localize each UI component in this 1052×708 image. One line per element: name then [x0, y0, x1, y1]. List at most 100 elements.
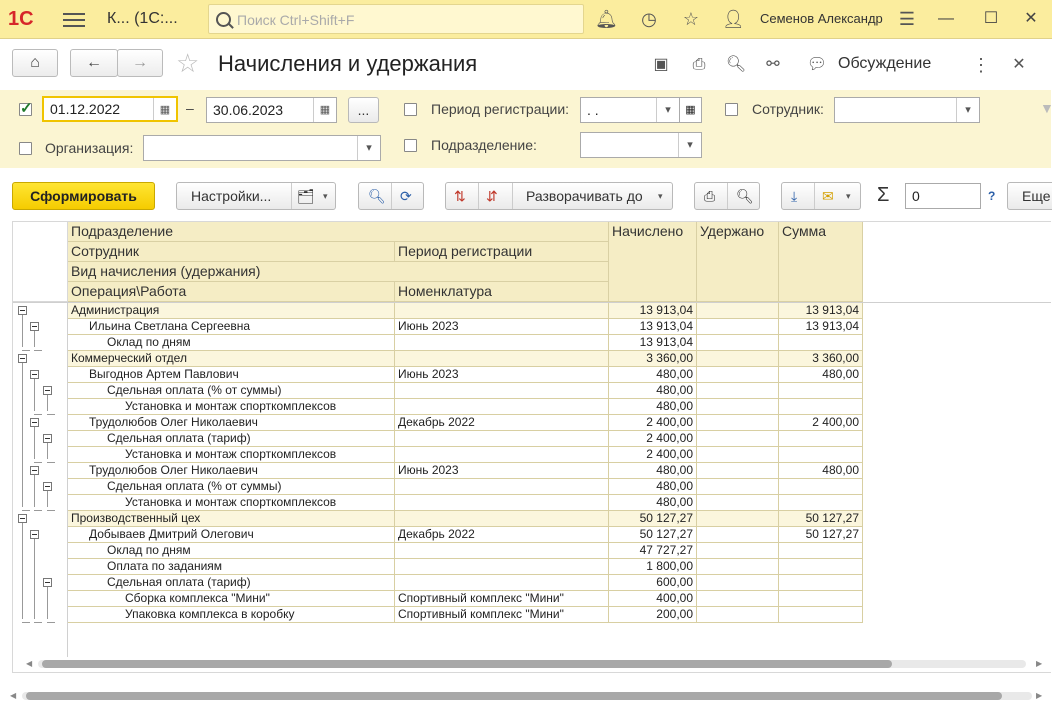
row-accrued-cell: 600,00 — [609, 575, 697, 591]
row-period-cell — [395, 559, 609, 575]
collapse-group-icon[interactable] — [18, 354, 27, 363]
department-field[interactable]: ▾ — [580, 132, 702, 158]
employee-field[interactable]: ▾ — [834, 97, 980, 123]
row-sum-cell — [779, 383, 863, 399]
chevron-down-icon[interactable]: ▾ — [678, 133, 701, 157]
collapse-group-icon[interactable] — [43, 578, 52, 587]
variant-icon[interactable]: 🗂︎ — [297, 183, 315, 209]
maximize-icon[interactable]: ☐ — [976, 6, 1006, 32]
print-preview-icon[interactable]: 🔍︎ — [736, 183, 754, 209]
favorite-star-icon[interactable]: ☆ — [176, 50, 199, 76]
period-checkbox[interactable] — [19, 99, 33, 117]
collapse-group-icon[interactable] — [18, 514, 27, 523]
home-button[interactable]: ⌂ — [12, 49, 58, 77]
form-horizontal-scrollbar[interactable] — [22, 692, 1032, 700]
row-name-cell: Сдельная оплата (% от суммы) — [68, 479, 395, 495]
calendar-icon[interactable]: ▦ — [679, 97, 702, 123]
more-vertical-icon[interactable]: ⋮ — [970, 54, 992, 76]
global-search[interactable] — [208, 4, 584, 34]
row-name-cell: Установка и монтаж спорткомплексов — [68, 447, 395, 463]
row-accrued-cell: 480,00 — [609, 383, 697, 399]
row-period-cell — [395, 543, 609, 559]
collapse-group-icon[interactable] — [18, 306, 27, 315]
row-accrued-cell: 50 127,27 — [609, 511, 697, 527]
period-select-button[interactable]: ... — [348, 97, 379, 123]
minimize-icon[interactable]: — — [931, 6, 961, 32]
row-sum-cell: 13 913,04 — [779, 303, 863, 319]
period-from-field[interactable]: 01.12.2022 ▦ — [42, 96, 178, 122]
department-checkbox[interactable] — [404, 139, 417, 152]
save-icon[interactable]: ▣ — [650, 54, 672, 76]
row-sum-cell — [779, 495, 863, 511]
row-sum-cell — [779, 335, 863, 351]
forward-button[interactable]: → — [117, 49, 163, 77]
calendar-icon[interactable]: ▦ — [153, 98, 176, 120]
more-button[interactable]: Еще — [1007, 182, 1052, 210]
chevron-down-icon[interactable]: ▾ — [956, 98, 979, 122]
row-period-cell: Декабрь 2022 — [395, 415, 609, 431]
sum-icon[interactable]: Σ — [877, 184, 889, 207]
user-name[interactable]: Семенов Александр — [760, 11, 883, 26]
collapse-group-icon[interactable] — [30, 418, 39, 427]
report-horizontal-scrollbar[interactable] — [38, 660, 1026, 668]
download-icon[interactable]: ⤓ — [791, 183, 797, 209]
chevron-down-icon[interactable]: ▾ — [846, 183, 851, 209]
chevron-down-icon[interactable]: ▾ — [656, 98, 679, 122]
expand-to-label[interactable]: Разворачивать до — [526, 183, 643, 209]
calendar-icon[interactable]: ▦ — [313, 98, 336, 122]
generate-button[interactable]: Сформировать — [12, 182, 155, 210]
history-icon[interactable]: ◷ — [638, 8, 660, 30]
organization-checkbox[interactable] — [19, 142, 32, 155]
link-icon[interactable]: ⚯ — [762, 54, 784, 76]
collapse-group-icon[interactable] — [43, 434, 52, 443]
back-button[interactable]: ← — [70, 49, 118, 77]
reg-period-checkbox[interactable] — [404, 103, 417, 116]
collapse-group-icon[interactable] — [43, 482, 52, 491]
collapse-group-icon[interactable] — [30, 530, 39, 539]
scroll-left-icon[interactable]: ◀ — [10, 691, 16, 700]
collapse-group-icon[interactable] — [43, 386, 52, 395]
reg-period-field[interactable]: . . ▾ — [580, 97, 680, 123]
chevron-down-icon[interactable]: ▾ — [658, 183, 663, 209]
search-input[interactable] — [235, 10, 579, 30]
export-group: ⤓ ✉ ▾ — [781, 182, 861, 210]
period-to-field[interactable]: 30.06.2023 ▦ — [206, 97, 337, 123]
bell-icon[interactable]: 🔔︎ — [595, 8, 618, 30]
report-area[interactable]: Подразделение Сотрудник Период регистрац… — [12, 221, 1051, 673]
employee-checkbox[interactable] — [725, 103, 738, 116]
preview-icon[interactable]: 🔍︎ — [725, 54, 747, 76]
close-form-icon[interactable]: ✕ — [1008, 54, 1030, 76]
settings-button[interactable]: Настройки... 🗂︎ ▾ — [176, 182, 336, 210]
row-withheld-cell — [697, 543, 779, 559]
discuss-label[interactable]: Обсуждение — [838, 55, 931, 73]
find-icon[interactable]: 🔍︎ — [368, 183, 386, 209]
row-sum-cell — [779, 559, 863, 575]
scroll-left-icon[interactable]: ◀ — [26, 659, 32, 668]
collapse-group-icon[interactable] — [30, 466, 39, 475]
help-link[interactable]: ? — [988, 189, 995, 203]
print-icon[interactable]: ⎙ — [704, 183, 715, 209]
settings-menu-icon[interactable]: ☰ — [896, 8, 918, 30]
user-icon[interactable]: 👤︎ — [722, 8, 745, 30]
scroll-right-icon[interactable]: ▶ — [1036, 691, 1042, 700]
main-menu-icon[interactable] — [63, 9, 85, 29]
organization-field[interactable]: ▾ — [143, 135, 381, 161]
discuss-icon[interactable]: 💬︎ — [806, 54, 828, 76]
row-name-cell: Оклад по дням — [68, 543, 395, 559]
sum-field[interactable]: 0 — [905, 183, 981, 209]
find-next-icon[interactable]: ⟳ — [400, 183, 412, 209]
scroll-right-icon[interactable]: ▶ — [1036, 659, 1042, 668]
close-window-icon[interactable]: ✕ — [1016, 6, 1046, 32]
collapse-group-icon[interactable] — [30, 370, 39, 379]
chevron-down-icon[interactable]: ▾ — [323, 183, 328, 209]
collapse-group-icon[interactable] — [30, 322, 39, 331]
filter-icon[interactable]: ▼ — [1040, 100, 1052, 116]
collapse-all-icon[interactable]: ⇅ — [454, 183, 466, 209]
print-icon[interactable]: ⎙ — [688, 54, 710, 76]
row-name-cell: Сборка комплекса "Мини" — [68, 591, 395, 607]
print-group: ⎙ 🔍︎ — [694, 182, 760, 210]
expand-all-icon[interactable]: ⇵ — [486, 183, 498, 209]
chevron-down-icon[interactable]: ▾ — [357, 136, 380, 160]
favorites-star-icon[interactable]: ☆ — [680, 8, 702, 30]
mail-icon[interactable]: ✉ — [822, 183, 834, 209]
